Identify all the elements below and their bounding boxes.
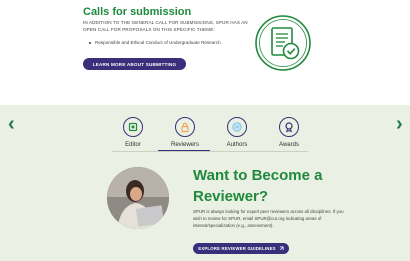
role-tabs: Editor Reviewers Authors Awards: [0, 117, 410, 157]
explore-reviewer-guidelines-button[interactable]: EXPLORE REVIEWER GUIDELINES: [193, 243, 289, 254]
tab-label: Awards: [279, 142, 299, 148]
tab-label: Reviewers: [170, 142, 199, 148]
reviewer-lock-icon: [175, 117, 195, 137]
document-check-icon: [255, 15, 311, 71]
reviewer-photo: [107, 167, 169, 229]
calls-title: Calls for submission: [83, 6, 192, 18]
tab-label: Editor: [125, 142, 141, 148]
learn-more-button[interactable]: LEARN MORE ABOUT SUBMITTING: [83, 58, 186, 70]
tab-authors[interactable]: Authors: [207, 117, 267, 148]
calls-list: Responsible and Ethical Conduct of Under…: [83, 40, 221, 45]
calls-body-text: IN ADDITION TO THE GENERAL CALL FOR SUBM…: [83, 20, 248, 32]
bullet-icon: [89, 41, 91, 44]
calls-for-submission-section: Calls for submission IN ADDITION TO THE …: [0, 0, 410, 90]
tab-awards[interactable]: Awards: [259, 117, 319, 148]
authors-icon: [227, 117, 247, 137]
tabs-divider: [112, 151, 308, 152]
tab-label: Authors: [226, 142, 248, 148]
reviewer-panel: Editor Reviewers Authors Awards Want to …: [0, 105, 410, 261]
explore-button-label: EXPLORE REVIEWER GUIDELINES: [198, 246, 276, 251]
external-link-icon: [279, 246, 284, 251]
reviewer-description: SPUR is always looking for expert peer r…: [193, 209, 344, 228]
reviewer-heading: Want to Become a Reviewer?: [193, 167, 323, 205]
awards-icon: [279, 117, 299, 137]
previous-arrow-icon[interactable]: ‹: [8, 114, 15, 134]
editor-icon: [123, 117, 143, 137]
tab-reviewers[interactable]: Reviewers: [155, 117, 215, 148]
list-item: Responsible and Ethical Conduct of Under…: [83, 40, 221, 45]
next-arrow-icon[interactable]: ›: [396, 114, 403, 134]
list-item-text: Responsible and Ethical Conduct of Under…: [95, 40, 221, 45]
active-tab-indicator: [158, 150, 210, 152]
tab-editor[interactable]: Editor: [103, 117, 163, 148]
